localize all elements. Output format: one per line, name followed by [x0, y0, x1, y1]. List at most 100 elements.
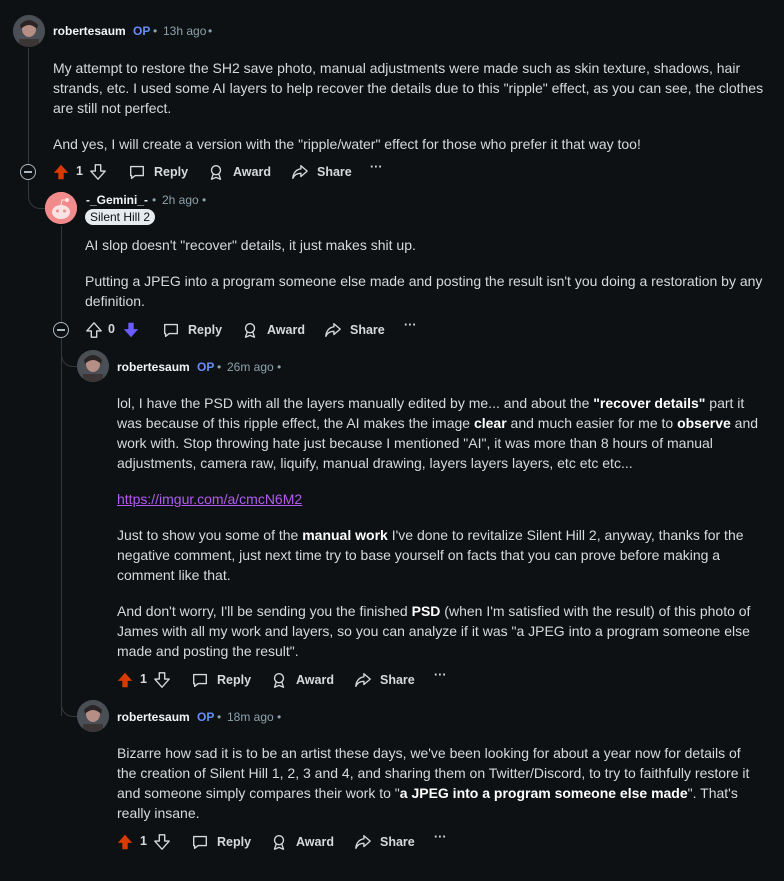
timestamp[interactable]: 2h ago	[162, 193, 199, 207]
comment-paragraph: Just to show you some of the manual work…	[117, 527, 744, 583]
more-options-button[interactable]: ···	[434, 830, 447, 844]
upvote-icon	[86, 322, 102, 338]
vote-count: 1	[140, 672, 147, 686]
comment-paragraph: Bizarre how sad it is to be an artist th…	[117, 745, 750, 821]
upvote-icon	[117, 672, 133, 688]
reply-button[interactable]: Reply	[191, 671, 251, 689]
downvote-button[interactable]	[153, 833, 171, 851]
username[interactable]: -_Gemini_-	[86, 193, 148, 207]
separator-dot: •	[217, 710, 222, 724]
share-label: Share	[350, 323, 385, 337]
comment-body: Bizarre how sad it is to be an artist th…	[117, 743, 762, 823]
upvote-button[interactable]	[85, 321, 103, 339]
share-label: Share	[380, 673, 415, 687]
reply-label: Reply	[188, 323, 223, 337]
op-badge: OP	[197, 360, 215, 374]
comment-actions: 0 Reply Award Share ···	[0, 318, 784, 340]
avatar[interactable]	[45, 192, 77, 224]
separator-dot: •	[152, 193, 157, 207]
reply-icon	[164, 323, 178, 337]
reply-icon	[130, 165, 144, 179]
award-icon	[244, 323, 256, 338]
vote-count: 0	[108, 322, 115, 336]
collapse-icon[interactable]	[20, 164, 36, 180]
award-button[interactable]: Award	[270, 671, 334, 689]
timestamp[interactable]: 18m ago	[227, 710, 274, 724]
award-button[interactable]: Award	[207, 163, 271, 181]
more-options-button[interactable]: ···	[404, 318, 417, 332]
comment-paragraph: https://imgur.com/a/cmcN6M2	[117, 489, 762, 509]
separator-dot: •	[208, 24, 213, 38]
downvote-button[interactable]	[122, 321, 140, 339]
separator-dot: •	[202, 193, 207, 207]
avatar[interactable]	[77, 350, 109, 382]
thread-line-branch	[28, 180, 47, 209]
thread-line	[61, 226, 62, 322]
more-icon: ···	[434, 830, 447, 844]
collapse-icon[interactable]	[53, 322, 69, 338]
reply-button[interactable]: Reply	[191, 833, 251, 851]
separator-dot: •	[217, 360, 222, 374]
thread-line	[61, 338, 62, 716]
award-icon	[273, 835, 285, 850]
separator-dot: •	[277, 360, 282, 374]
upvote-button[interactable]	[116, 671, 134, 689]
thread-line	[28, 48, 29, 165]
snoo-avatar-icon	[45, 192, 77, 224]
downvote-icon	[123, 322, 139, 338]
more-options-button[interactable]: ···	[434, 668, 447, 682]
award-label: Award	[267, 323, 305, 337]
imgur-link[interactable]: https://imgur.com/a/cmcN6M2	[117, 491, 302, 507]
more-options-button[interactable]: ···	[370, 160, 383, 174]
username[interactable]: robertesaum	[117, 360, 190, 374]
timestamp[interactable]: 26m ago	[227, 360, 274, 374]
award-icon	[210, 165, 222, 180]
downvote-button[interactable]	[89, 163, 107, 181]
comment-paragraph: And don't worry, I'll be sending you the…	[117, 603, 751, 659]
reply-icon	[193, 835, 207, 849]
comment-paragraph: Putting a JPEG into a program someone el…	[85, 273, 763, 309]
comment-paragraph: lol, I have the PSD with all the layers …	[117, 395, 759, 471]
username[interactable]: robertesaum	[53, 24, 126, 38]
upvote-button[interactable]	[116, 833, 134, 851]
more-icon: ···	[370, 160, 383, 174]
reply-label: Reply	[217, 673, 252, 687]
downvote-icon	[154, 672, 170, 688]
comment-actions: 1 Reply Award Share ···	[0, 830, 784, 852]
share-button[interactable]: Share	[354, 671, 415, 689]
share-button[interactable]: Share	[354, 833, 415, 851]
share-label: Share	[380, 835, 415, 849]
downvote-icon	[154, 834, 170, 850]
reply-icon	[193, 673, 207, 687]
reply-button[interactable]: Reply	[162, 321, 222, 339]
award-label: Award	[296, 835, 334, 849]
username[interactable]: robertesaum	[117, 710, 190, 724]
comment-body: AI slop doesn't "recover" details, it ju…	[85, 235, 770, 311]
timestamp[interactable]: 13h ago	[163, 24, 206, 38]
award-button[interactable]: Award	[270, 833, 334, 851]
comment-paragraph: And yes, I will create a version with th…	[53, 136, 641, 152]
comment-paragraph: AI slop doesn't "recover" details, it ju…	[85, 237, 416, 253]
share-icon	[292, 165, 308, 179]
avatar[interactable]	[77, 700, 109, 732]
comment-body: My attempt to restore the SH2 save photo…	[53, 58, 768, 154]
vote-count: 1	[76, 164, 83, 178]
separator-dot: •	[277, 710, 282, 724]
more-icon: ···	[434, 668, 447, 682]
avatar[interactable]	[13, 15, 45, 47]
op-badge: OP	[197, 710, 215, 724]
award-label: Award	[296, 673, 334, 687]
comment-actions: 1 Reply Award Share ···	[0, 160, 784, 182]
share-icon	[355, 673, 371, 687]
reply-button[interactable]: Reply	[128, 163, 188, 181]
thread-line-branch	[61, 690, 78, 717]
share-button[interactable]: Share	[291, 163, 352, 181]
upvote-button[interactable]	[52, 163, 70, 181]
op-badge: OP	[133, 24, 151, 38]
downvote-button[interactable]	[153, 671, 171, 689]
award-button[interactable]: Award	[241, 321, 305, 339]
more-icon: ···	[404, 318, 417, 332]
comment-body: lol, I have the PSD with all the layers …	[117, 393, 762, 661]
reply-label: Reply	[154, 165, 189, 179]
share-button[interactable]: Share	[324, 321, 385, 339]
